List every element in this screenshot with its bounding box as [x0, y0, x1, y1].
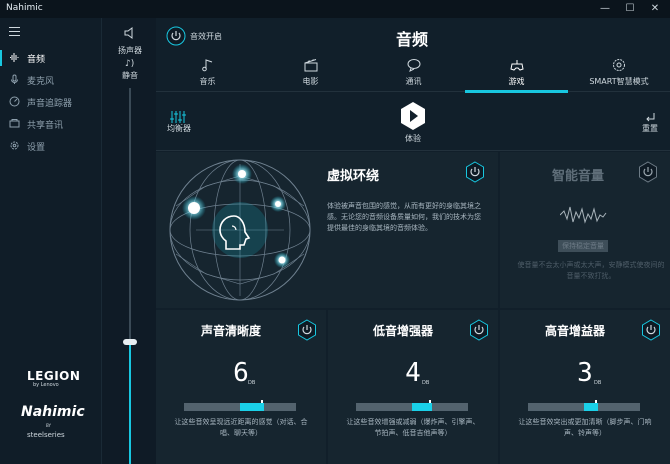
card-unit: DB: [422, 380, 430, 386]
smart-volume-panel: 智能音量 保持稳定音量 使音量不会太小声或太大声，安静模式使夜间的音量不致打扰。: [500, 152, 670, 308]
nahimic-logo: Nahimic: [21, 404, 85, 420]
maximize-button[interactable]: ☐: [623, 2, 637, 16]
card-description: 让这些音效增强或减弱（爆炸声、引擎声、节拍声、低音吉他声等）: [346, 418, 480, 437]
action-toolbar: 均衡器 体验 重置: [156, 93, 670, 151]
sidebar-item-label: 共享音讯: [27, 121, 64, 131]
legion-logo: LEGION: [27, 369, 81, 383]
card-slider-handle[interactable]: [261, 400, 263, 403]
volume-slider-fill: [129, 343, 131, 464]
title-bar: Nahimic — ☐ ✕: [0, 0, 670, 18]
volume-slider-handle[interactable]: [123, 339, 137, 345]
main-panel: 音效开启 音频 音乐 电影 通讯 游戏 SMART智慧模式 均衡器 体验 重置 …: [156, 18, 670, 464]
mute-icon[interactable]: ♪): [125, 59, 134, 69]
share-audio-icon: [9, 119, 20, 128]
card-slider-fill: [240, 403, 264, 411]
surround-sphere-illustration: [169, 159, 311, 301]
sidebar-item-microphone[interactable]: 麦克风: [0, 70, 101, 90]
card-value: 6: [233, 358, 249, 388]
sidebar-item-label: 麦克风: [27, 77, 55, 87]
tab-music[interactable]: 音乐: [156, 54, 259, 92]
tab-label: 游戏: [508, 77, 525, 86]
card-description: 让这些音效呈现远近距离的感觉（对话、合唱、聊天等）: [174, 418, 308, 437]
sidebar-item-label: 设置: [27, 143, 46, 153]
gamepad-icon: [509, 60, 524, 71]
sidebar-item-share-audio[interactable]: 共享音讯: [0, 114, 101, 134]
card-slider-handle[interactable]: [595, 400, 597, 403]
music-note-icon: [201, 59, 212, 72]
gear-icon: [10, 141, 19, 150]
tab-movie[interactable]: 电影: [259, 54, 362, 92]
tab-label: 音乐: [199, 77, 216, 86]
treble-boost-power-toggle[interactable]: [641, 319, 661, 341]
card-slider-fill: [412, 403, 432, 411]
virtual-surround-panel: 虚拟环绕 体验被声音包围的感觉，从而有更好的身临其境之感。无论您的音频设备质量如…: [156, 152, 498, 308]
chat-bubble-icon: [407, 59, 420, 72]
card-slider-fill: [584, 403, 598, 411]
smart-volume-mode-button[interactable]: 保持稳定音量: [558, 240, 608, 252]
mute-label: 静音: [122, 71, 138, 80]
nahimic-by-label: BY: [46, 423, 51, 428]
tab-label: 电影: [302, 77, 319, 86]
voice-clarity-power-toggle[interactable]: [297, 319, 317, 341]
smart-volume-title: 智能音量: [552, 169, 605, 184]
virtual-surround-title: 虚拟环绕: [327, 169, 380, 184]
smart-volume-power-toggle[interactable]: [638, 161, 658, 183]
steelseries-logo: steelseries: [27, 431, 65, 439]
bass-boost-card: 低音增强器 4 DB 让这些音效增强或减弱（爆炸声、引擎声、节拍声、低音吉他声等…: [328, 310, 498, 464]
tab-label: SMART智慧模式: [589, 77, 649, 86]
sidebar-item-label: 声音追踪器: [27, 99, 73, 109]
play-experience-button[interactable]: [399, 101, 427, 131]
virtual-surround-power-toggle[interactable]: [465, 161, 485, 183]
tab-game[interactable]: 游戏: [465, 54, 568, 93]
profile-tabs: 音乐 电影 通讯 游戏 SMART智慧模式: [156, 54, 670, 93]
card-value: 4: [405, 358, 421, 388]
card-unit: DB: [594, 380, 602, 386]
card-description: 让这些音效突出或更加清晰（脚步声、门响声、铃声等）: [518, 418, 652, 437]
audio-wave-icon: [10, 53, 19, 62]
card-slider-handle[interactable]: [429, 400, 431, 403]
virtual-surround-description: 体验被声音包围的感觉，从而有更好的身临其境之感。无论您的音频设备质量如何，我们的…: [327, 202, 481, 232]
hamburger-menu-icon[interactable]: [9, 27, 20, 36]
voice-clarity-card: 声音清晰度 6 DB 让这些音效呈现远近距离的感觉（对话、合唱、聊天等）: [156, 310, 326, 464]
equalizer-label: 均衡器: [167, 124, 191, 133]
page-title: 音频: [396, 30, 429, 49]
card-title: 声音清晰度: [200, 324, 261, 338]
experience-label: 体验: [405, 134, 421, 143]
clapperboard-icon: [304, 59, 317, 72]
tab-smart-mode[interactable]: SMART智慧模式: [568, 54, 670, 92]
active-indicator: [0, 50, 2, 66]
card-unit: DB: [248, 380, 256, 386]
card-value: 3: [577, 358, 593, 388]
sidebar-item-settings[interactable]: 设置: [0, 136, 101, 156]
effects-power-icon[interactable]: [166, 26, 186, 46]
sidebar: 音频 麦克风 声音追踪器 共享音讯 设置 LEGION by Lenovo Na…: [0, 18, 101, 464]
equalizer-icon[interactable]: [170, 111, 186, 123]
sound-tracker-icon: [9, 96, 20, 107]
reset-icon[interactable]: [644, 111, 656, 123]
volume-column: 扬声器 ♪) 静音: [101, 18, 156, 464]
lenovo-byline: by Lenovo: [33, 382, 59, 388]
treble-boost-card: 高音增益器 3 DB 让这些音效突出或更加清晰（脚步声、门响声、铃声等）: [500, 310, 670, 464]
smart-volume-waveform-icon: [560, 206, 607, 224]
sidebar-item-audio[interactable]: 音频: [0, 48, 101, 68]
bass-boost-power-toggle[interactable]: [469, 319, 489, 341]
microphone-icon: [11, 74, 18, 84]
tab-label: 通讯: [405, 77, 422, 86]
minimize-button[interactable]: —: [598, 2, 612, 16]
card-title: 低音增强器: [372, 324, 433, 338]
speaker-icon[interactable]: [123, 26, 137, 40]
smart-volume-description: 使音量不会太小声或太大声，安静模式使夜间的音量不致打扰。: [517, 261, 665, 280]
sidebar-item-sound-tracker[interactable]: 声音追踪器: [0, 92, 101, 112]
smart-gear-icon: [613, 59, 625, 71]
effects-toggle-label: 音效开启: [190, 32, 222, 41]
reset-label: 重置: [642, 124, 658, 133]
tab-communication[interactable]: 通讯: [362, 54, 465, 92]
card-title: 高音增益器: [544, 324, 605, 338]
app-title: Nahimic: [6, 3, 43, 13]
close-button[interactable]: ✕: [648, 2, 662, 16]
speaker-label: 扬声器: [118, 46, 142, 55]
sidebar-item-label: 音频: [27, 55, 46, 65]
